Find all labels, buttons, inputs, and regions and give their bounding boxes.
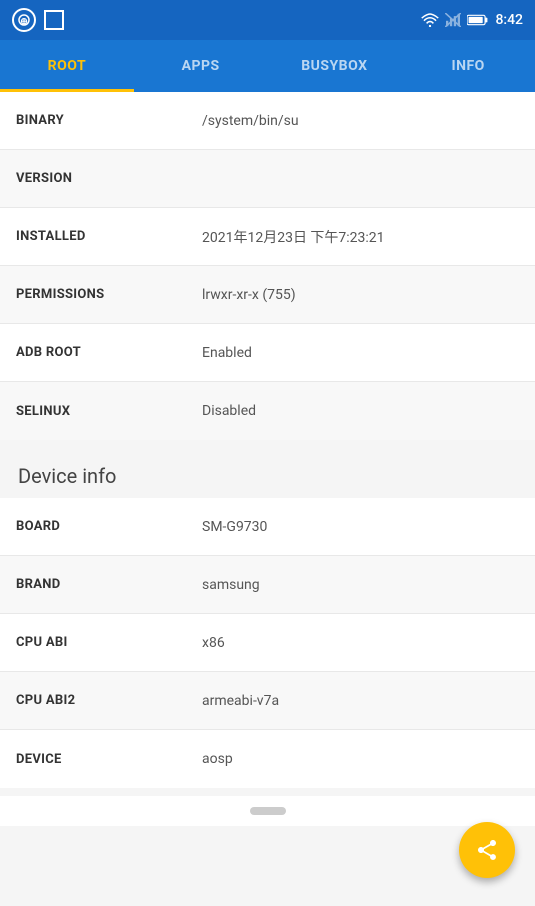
- square-icon: [44, 10, 64, 30]
- table-row: SELINUX Disabled: [0, 382, 535, 440]
- table-row: CPU ABI2 armeabi-v7a: [0, 672, 535, 730]
- status-bar-left: ⊕: [12, 8, 64, 32]
- version-label: VERSION: [0, 157, 190, 200]
- status-bar: ⊕ 8:42: [0, 0, 535, 40]
- device-info-section: Device info BOARD SM-G9730 BRAND samsung…: [0, 448, 535, 788]
- battery-icon: [467, 13, 489, 27]
- installed-label: INSTALLED: [0, 215, 190, 258]
- installed-value: 2021年12月23日 下午7:23:21: [190, 213, 535, 261]
- tab-bar: ROOT APPS BUSYBOX INFO: [0, 40, 535, 92]
- tab-apps[interactable]: APPS: [134, 40, 268, 92]
- binary-value: /system/bin/su: [190, 99, 535, 143]
- selinux-label: SELINUX: [0, 390, 190, 433]
- svg-text:⊕: ⊕: [20, 17, 28, 27]
- brand-value: samsung: [190, 563, 535, 607]
- permissions-label: PERMISSIONS: [0, 273, 190, 316]
- cpu-abi-value: x86: [190, 621, 535, 665]
- table-row: BOARD SM-G9730: [0, 498, 535, 556]
- root-info-section: BINARY /system/bin/su VERSION INSTALLED …: [0, 92, 535, 440]
- table-row: INSTALLED 2021年12月23日 下午7:23:21: [0, 208, 535, 266]
- share-fab[interactable]: [459, 822, 515, 878]
- cpu-abi-label: CPU ABI: [0, 621, 190, 664]
- table-row: ADB ROOT Enabled: [0, 324, 535, 382]
- app-icon: ⊕: [12, 8, 36, 32]
- board-label: BOARD: [0, 505, 190, 548]
- scroll-indicator: [250, 807, 286, 815]
- signal-icon: [445, 13, 461, 27]
- tab-busybox[interactable]: BUSYBOX: [268, 40, 402, 92]
- main-content: BINARY /system/bin/su VERSION INSTALLED …: [0, 92, 535, 906]
- status-bar-right: 8:42: [421, 12, 523, 28]
- cpu-abi2-value: armeabi-v7a: [190, 679, 535, 723]
- table-row: VERSION: [0, 150, 535, 208]
- device-value: aosp: [190, 737, 535, 781]
- table-row: PERMISSIONS lrwxr-xr-x (755): [0, 266, 535, 324]
- tab-root[interactable]: ROOT: [0, 40, 134, 92]
- brand-label: BRAND: [0, 563, 190, 606]
- time-display: 8:42: [495, 12, 523, 28]
- permissions-value: lrwxr-xr-x (755): [190, 273, 535, 317]
- selinux-value: Disabled: [190, 389, 535, 433]
- table-row: CPU ABI x86: [0, 614, 535, 672]
- share-icon: [475, 838, 499, 862]
- device-info-title: Device info: [18, 464, 116, 488]
- version-value: [190, 165, 535, 193]
- device-info-header: Device info: [0, 448, 535, 498]
- device-label: DEVICE: [0, 738, 190, 781]
- board-value: SM-G9730: [190, 505, 535, 549]
- table-row: DEVICE aosp: [0, 730, 535, 788]
- adb-root-value: Enabled: [190, 331, 535, 375]
- bottom-hint: [0, 796, 535, 826]
- table-row: BINARY /system/bin/su: [0, 92, 535, 150]
- adb-root-label: ADB ROOT: [0, 331, 190, 374]
- binary-label: BINARY: [0, 99, 190, 142]
- tab-info[interactable]: INFO: [401, 40, 535, 92]
- wifi-icon: [421, 13, 439, 27]
- table-row: BRAND samsung: [0, 556, 535, 614]
- cpu-abi2-label: CPU ABI2: [0, 679, 190, 722]
